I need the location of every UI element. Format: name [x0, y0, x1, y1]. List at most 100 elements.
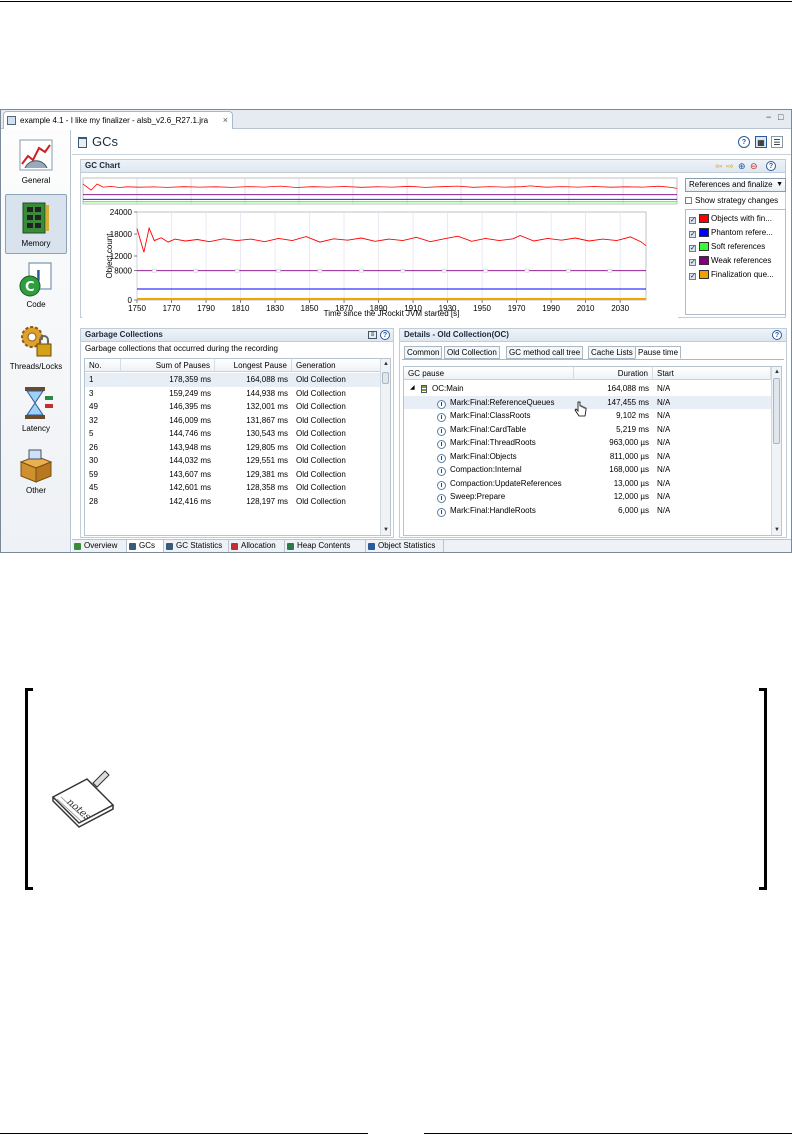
tree-row-start: N/A: [657, 411, 671, 420]
svg-text:C: C: [25, 280, 35, 295]
legend-item[interactable]: Soft references: [689, 241, 765, 253]
legend-item[interactable]: Finalization que...: [689, 269, 774, 281]
nav-item-code[interactable]: J C Code: [5, 256, 67, 316]
tree-scroll-thumb[interactable]: [773, 378, 780, 444]
tree-row[interactable]: Mark:Final:CardTable 5,219 ms N/A: [404, 423, 771, 437]
gc-table-row[interactable]: 59 143,607 ms 129,381 ms Old Collection: [85, 468, 380, 482]
scroll-thumb[interactable]: [382, 372, 389, 384]
col-start[interactable]: Start: [653, 367, 771, 380]
legend-swatch: [699, 228, 709, 237]
tree-row[interactable]: Sweep:Prepare 12,000 µs N/A: [404, 490, 771, 504]
tree-row[interactable]: Compaction:Internal 168,000 µs N/A: [404, 463, 771, 477]
col-gc-pause[interactable]: GC pause: [404, 367, 574, 380]
legend-checkbox[interactable]: [689, 217, 696, 224]
zoom-in-icon[interactable]: ⊕: [738, 161, 746, 172]
layout-grid-icon[interactable]: ▦: [755, 136, 767, 148]
gc-cell: 28: [89, 496, 98, 506]
x-tick-label: 1830: [266, 304, 284, 313]
bottom-tab-gcs[interactable]: GCs: [127, 540, 164, 552]
gc-table-row[interactable]: 26 143,948 ms 129,805 ms Old Collection: [85, 441, 380, 455]
strategy-checkbox-box[interactable]: [685, 197, 692, 204]
gc-cell: Old Collection: [296, 483, 346, 492]
legend-label: Objects with fin...: [711, 214, 772, 223]
gc-table-row[interactable]: 30 144,032 ms 129,551 ms Old Collection: [85, 454, 380, 468]
nav-item-other[interactable]: Other: [5, 442, 67, 502]
tree-scroll-down-icon[interactable]: ▼: [772, 525, 781, 535]
gc-table-scrollbar[interactable]: ▲ ▼: [380, 359, 390, 535]
legend-item[interactable]: Weak references: [689, 255, 771, 267]
nav-item-general[interactable]: General: [5, 132, 67, 192]
col-no[interactable]: No.: [85, 359, 121, 372]
bottom-tab-label: Overview: [84, 541, 118, 550]
gc-cell: 26: [89, 442, 98, 452]
bottom-tab-gc-statistics[interactable]: GC Statistics: [164, 540, 229, 552]
help-icon[interactable]: ?: [738, 136, 750, 148]
nav-item-latency[interactable]: Latency: [5, 380, 67, 440]
back-arrow-icon[interactable]: ⇦: [715, 161, 723, 172]
zoom-out-icon[interactable]: ⊖: [750, 161, 758, 172]
legend-item[interactable]: Objects with fin...: [689, 213, 772, 225]
details-help-icon[interactable]: ?: [772, 330, 782, 340]
bottom-tab-overview[interactable]: Overview: [72, 540, 127, 552]
forward-arrow-icon[interactable]: ⇨: [726, 161, 734, 172]
gc-table-row[interactable]: 1 178,359 ms 164,088 ms Old Collection: [85, 373, 380, 387]
nav-item-threads-locks[interactable]: Threads/Locks: [5, 318, 67, 378]
col-generation[interactable]: Generation: [292, 359, 381, 372]
gc-table-row[interactable]: 49 146,395 ms 132,001 ms Old Collection: [85, 400, 380, 414]
show-strategy-checkbox[interactable]: Show strategy changes: [685, 196, 778, 205]
tab-old-collection[interactable]: Old Collection: [444, 346, 500, 359]
gc-cell: 49: [89, 402, 98, 411]
minimize-icon[interactable]: −: [766, 112, 771, 122]
view-menu-icon[interactable]: ≡: [368, 331, 377, 339]
tree-row[interactable]: Mark:Final:HandleRoots 6,000 µs N/A: [404, 504, 771, 518]
tree-row-root[interactable]: ◢ OC:Main 164,088 ms N/A: [404, 382, 771, 396]
tree-row[interactable]: Mark:Final:ThreadRoots 963,000 µs N/A: [404, 436, 771, 450]
gc-cell: 32: [89, 415, 98, 425]
references-dropdown[interactable]: References and finalize ▼: [685, 178, 786, 192]
gc-table-row[interactable]: 5 144,746 ms 130,543 ms Old Collection: [85, 427, 380, 441]
gc-table-row[interactable]: 45 142,601 ms 128,358 ms Old Collection: [85, 481, 380, 495]
tree-row[interactable]: Compaction:UpdateReferences 13,000 µs N/A: [404, 477, 771, 491]
editor-tab[interactable]: example 4.1 - I like my finalizer - alsb…: [3, 111, 233, 129]
clock-icon: [437, 467, 446, 476]
col-longest-pause[interactable]: Longest Pause: [215, 359, 292, 372]
tree-row-duration: 811,000 µs: [609, 451, 649, 461]
gc-help-icon[interactable]: ?: [380, 330, 390, 340]
legend-label: Phantom refere...: [711, 228, 773, 237]
y-axis-label: Object count: [105, 233, 114, 279]
legend-item[interactable]: Phantom refere...: [689, 227, 773, 239]
gc-table-row[interactable]: 28 142,416 ms 128,197 ms Old Collection: [85, 495, 380, 509]
legend-checkbox[interactable]: [689, 259, 696, 266]
maximize-icon[interactable]: □: [778, 112, 783, 122]
scroll-down-icon[interactable]: ▼: [381, 525, 390, 535]
tab-gc-method-call-tree[interactable]: GC method call tree: [506, 346, 584, 359]
gc-table-row[interactable]: 32 146,009 ms 131,867 ms Old Collection: [85, 414, 380, 428]
legend-checkbox[interactable]: [689, 245, 696, 252]
bottom-tab-label: Object Statistics: [378, 541, 436, 550]
bottom-tab-allocation[interactable]: Allocation: [229, 540, 285, 552]
tab-common[interactable]: Common: [404, 346, 443, 359]
x-tick-label: 2030: [611, 304, 629, 313]
tab-cache-lists[interactable]: Cache Lists: [588, 346, 636, 359]
nav-label-other: Other: [25, 486, 46, 495]
tree-row[interactable]: Mark:Final:Objects 811,000 µs N/A: [404, 450, 771, 464]
tree-scrollbar[interactable]: ▲ ▼: [771, 367, 781, 535]
legend-checkbox[interactable]: [689, 231, 696, 238]
scroll-up-icon[interactable]: ▲: [381, 359, 390, 369]
overview-strip[interactable]: [82, 177, 678, 205]
bottom-tab-heap-contents[interactable]: Heap Contents: [285, 540, 366, 552]
tree-expander-icon[interactable]: ◢: [410, 382, 415, 396]
tab-close-icon[interactable]: ×: [223, 112, 228, 129]
gc-line-chart[interactable]: 1750 1770 1790 1810 1830 1850 1870 1890 1910 1930…: [82, 207, 678, 318]
legend-checkbox[interactable]: [689, 273, 696, 280]
nav-item-memory[interactable]: Memory: [5, 194, 67, 254]
col-sum-of-pauses[interactable]: Sum of Pauses: [121, 359, 215, 372]
layout-list-icon[interactable]: ☰: [771, 136, 783, 148]
tree-scroll-up-icon[interactable]: ▲: [772, 367, 781, 377]
bottom-tab-object-statistics[interactable]: Object Statistics: [366, 540, 444, 552]
bottom-tab-label: GCs: [139, 541, 155, 550]
tab-pause-time[interactable]: Pause time: [635, 346, 682, 359]
gc-table-row[interactable]: 3 159,249 ms 144,938 ms Old Collection: [85, 387, 380, 401]
col-duration[interactable]: Duration: [574, 367, 653, 380]
chart-help-icon[interactable]: ?: [766, 161, 776, 171]
